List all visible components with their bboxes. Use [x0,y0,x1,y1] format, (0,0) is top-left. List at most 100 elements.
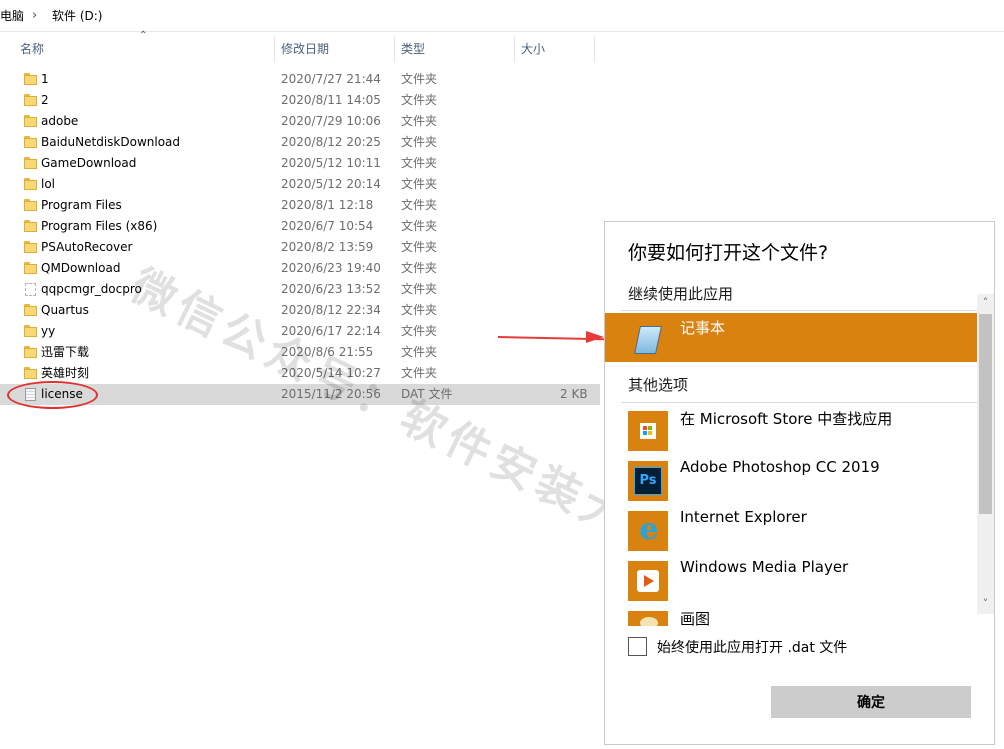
app-option-label: Windows Media Player [680,558,849,576]
app-option-notepad[interactable]: 记事本 [605,313,977,362]
file-name: Quartus [41,303,89,317]
breadcrumb-item-drive-d[interactable]: 软件 (D:) [52,0,102,32]
file-date: 2015/11/2 20:56 [281,387,381,401]
always-use-label[interactable]: 始终使用此应用打开 .dat 文件 [657,637,847,657]
file-row[interactable]: QMDownload 2020/6/23 19:40 文件夹 [0,258,600,279]
folder-icon [24,325,37,337]
app-option-internet-explorer[interactable]: e Internet Explorer [605,504,977,553]
app-option-label: 记事本 [680,319,726,337]
file-date: 2020/6/23 19:40 [281,261,381,275]
column-header-size[interactable]: 大小 [521,36,545,62]
arrow-head-icon [586,331,604,343]
file-row[interactable]: 2 2020/8/11 14:05 文件夹 [0,90,600,111]
file-row[interactable]: GameDownload 2020/5/12 10:11 文件夹 [0,153,600,174]
breadcrumb-item-this-pc[interactable]: 电脑 [0,0,24,32]
app-option-store[interactable]: 在 Microsoft Store 中查找应用 [605,404,977,453]
file-date: 2020/6/23 13:52 [281,282,381,296]
media-player-icon [628,561,668,601]
breadcrumb: 电脑 › 软件 (D:) [0,0,1004,32]
app-option-photoshop[interactable]: Ps Adobe Photoshop CC 2019 [605,454,977,503]
open-with-dialog: 你要如何打开这个文件? 继续使用此应用 记事本 其他选项 在 Microsoft… [604,221,995,745]
file-size: 2 KB [560,387,588,401]
file-type: 文件夹 [401,135,438,149]
file-row[interactable]: 英雄时刻 2020/5/14 10:27 文件夹 [0,363,600,384]
folder-icon [24,241,37,253]
scroll-down-icon[interactable]: ˅ [979,597,992,611]
file-row[interactable]: adobe 2020/7/29 10:06 文件夹 [0,111,600,132]
file-type: 文件夹 [401,93,438,107]
folder-icon [24,157,37,169]
internet-explorer-icon: e [628,511,668,551]
file-date: 2020/8/12 22:34 [281,303,381,317]
column-divider[interactable] [594,36,595,62]
file-row[interactable]: 1 2020/7/27 21:44 文件夹 [0,69,600,90]
file-type: 文件夹 [401,261,438,275]
file-row[interactable]: Program Files 2020/8/1 12:18 文件夹 [0,195,600,216]
folder-icon [24,262,37,274]
ok-button[interactable]: 确定 [771,686,971,718]
scroll-up-icon[interactable]: ˄ [979,296,992,310]
photoshop-icon: Ps [628,461,668,501]
file-row[interactable]: lol 2020/5/12 20:14 文件夹 [0,174,600,195]
file-date: 2020/8/2 13:59 [281,240,374,254]
store-icon [628,411,668,451]
folder-icon [24,178,37,190]
app-option-label: Internet Explorer [680,508,807,526]
app-option-media-player[interactable]: Windows Media Player [605,554,977,603]
file-row[interactable]: BaiduNetdiskDownload 2020/8/12 20:25 文件夹 [0,132,600,153]
folder-icon [24,115,37,127]
file-name: BaiduNetdiskDownload [41,135,181,149]
file-row[interactable]: qqpcmgr_docpro 2020/6/23 13:52 文件夹 [0,279,600,300]
column-header-name[interactable]: 名称 [20,36,44,62]
column-divider[interactable] [394,36,395,62]
file-type: 文件夹 [401,177,438,191]
file-row[interactable]: Quartus 2020/8/12 22:34 文件夹 [0,300,600,321]
file-type: 文件夹 [401,72,438,86]
divider [621,310,979,311]
file-date: 2020/6/17 22:14 [281,324,381,338]
section-continue-label: 继续使用此应用 [628,285,734,303]
file-name: 迅雷下载 [41,345,90,359]
column-header-type[interactable]: 类型 [401,36,425,62]
file-type: 文件夹 [401,282,438,296]
file-row[interactable]: PSAutoRecover 2020/8/2 13:59 文件夹 [0,237,600,258]
app-option-label: Adobe Photoshop CC 2019 [680,458,880,476]
file-type: 文件夹 [401,156,438,170]
scrollbar-thumb[interactable] [979,314,992,514]
file-date: 2020/5/12 20:14 [281,177,381,191]
folder-icon [24,367,37,379]
column-header-date[interactable]: 修改日期 [281,36,329,62]
file-type: 文件夹 [401,198,438,212]
section-other-label: 其他选项 [628,376,689,394]
column-divider[interactable] [514,36,515,62]
folder-icon [24,73,37,85]
file-name: GameDownload [41,156,137,170]
always-use-checkbox[interactable] [628,637,647,656]
file-date: 2020/6/7 10:54 [281,219,374,233]
file-date: 2020/5/12 10:11 [281,156,381,170]
file-row[interactable]: yy 2020/6/17 22:14 文件夹 [0,321,600,342]
app-option-label: 画图 [680,610,711,626]
file-date: 2020/8/6 21:55 [281,345,374,359]
column-divider[interactable] [274,36,275,62]
file-list: 1 2020/7/27 21:44 文件夹 2 2020/8/11 14:05 文件夹 ad… [0,69,604,405]
file-row[interactable]: 迅雷下载 2020/8/6 21:55 文件夹 [0,342,600,363]
file-name: 2 [41,93,49,107]
dialog-title: 你要如何打开这个文件? [628,242,829,264]
file-name: qqpcmgr_docpro [41,282,142,296]
app-option-paint[interactable]: 画图 [605,604,977,626]
file-name: QMDownload [41,261,121,275]
chevron-right-icon[interactable]: › [32,0,37,32]
app-list-scrollbar[interactable]: ˄ ˅ [977,294,994,614]
file-date: 2020/7/29 10:06 [281,114,381,128]
file-row[interactable]: Program Files (x86) 2020/6/7 10:54 文件夹 [0,216,600,237]
file-date: 2020/8/12 20:25 [281,135,381,149]
file-date: 2020/8/1 12:18 [281,198,374,212]
folder-icon [24,94,37,106]
file-type: 文件夹 [401,114,438,128]
file-name: adobe [41,114,79,128]
folder-icon [24,220,37,232]
hidden-folder-icon [25,283,36,296]
folder-icon [24,199,37,211]
file-name: PSAutoRecover [41,240,133,254]
